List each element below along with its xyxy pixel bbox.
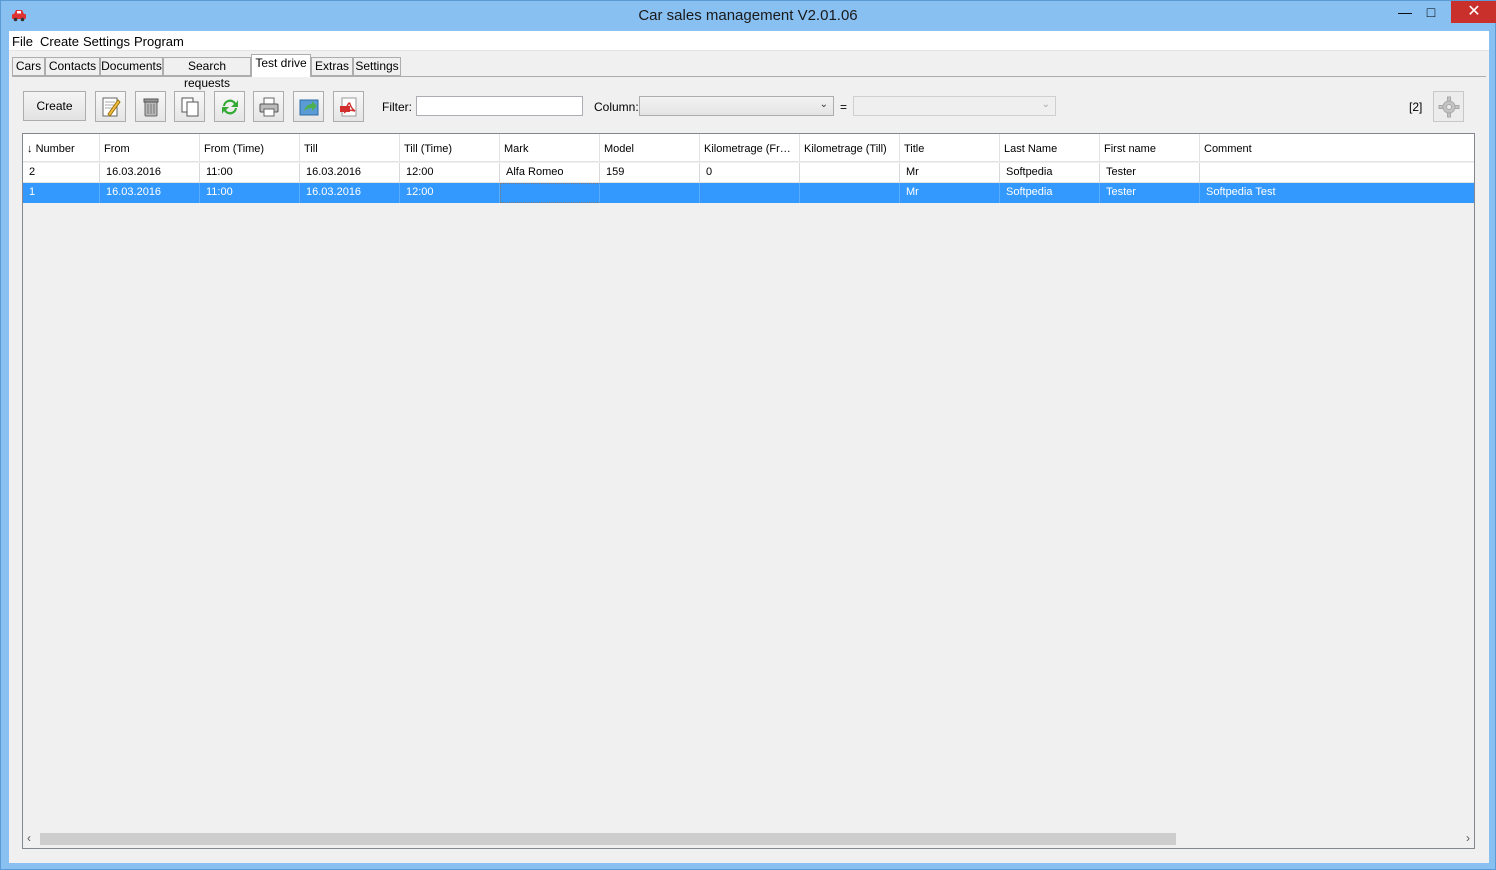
export-icon <box>299 99 319 116</box>
column-header-from[interactable]: From <box>100 134 200 162</box>
cell-from[interactable]: 16.03.2016 <box>100 183 200 203</box>
copy-icon <box>181 97 199 117</box>
column-header-kilometrage-till[interactable]: Kilometrage (Till) <box>800 134 900 162</box>
column-header-number[interactable]: ↓ Number <box>23 134 100 162</box>
column-header-till[interactable]: Till <box>300 134 400 162</box>
tab-settings[interactable]: Settings <box>353 57 401 76</box>
filter-label: Filter: <box>382 100 412 114</box>
cell-last-name[interactable]: Softpedia <box>1000 163 1100 183</box>
column-header-first-name[interactable]: First name <box>1100 134 1200 162</box>
pdf-button[interactable] <box>333 91 364 122</box>
window-title: Car sales management V2.01.06 <box>638 7 858 24</box>
column-header-last-name[interactable]: Last Name <box>1000 134 1100 162</box>
tab-panel-border <box>12 76 1486 77</box>
cell-first-name[interactable]: Tester <box>1100 183 1200 203</box>
cell-kilometrage-from[interactable]: 0 <box>700 163 800 183</box>
column-select[interactable]: ⌄ <box>639 96 834 116</box>
cell-from-time[interactable]: 11:00 <box>200 163 300 183</box>
cell-kilometrage-till[interactable] <box>800 183 900 203</box>
menu-file[interactable]: File <box>12 34 33 49</box>
cell-mark[interactable]: Alfa Romeo <box>500 163 600 183</box>
cell-till[interactable]: 16.03.2016 <box>300 163 400 183</box>
cell-model[interactable] <box>600 183 700 203</box>
menu-settings[interactable]: Settings <box>83 34 130 49</box>
cell-title[interactable]: Mr <box>900 163 1000 183</box>
export-button[interactable] <box>293 91 324 122</box>
table-header: ↓ Number From From (Time) Till Till (Tim… <box>23 134 1474 162</box>
settings-button[interactable] <box>1433 91 1464 122</box>
filter-input[interactable] <box>416 96 583 116</box>
menu-bar: File Create Settings Program <box>9 31 1489 51</box>
app-window: Car sales management V2.01.06 — □ ✕ File… <box>0 0 1496 870</box>
client-area: File Create Settings Program Cars Contac… <box>9 31 1489 863</box>
cell-comment[interactable]: Softpedia Test <box>1200 183 1474 203</box>
chevron-down-icon: ⌄ <box>1041 99 1050 110</box>
cell-kilometrage-till[interactable] <box>800 163 900 183</box>
chevron-down-icon: ⌄ <box>819 99 828 110</box>
column-label: Column: <box>594 100 639 114</box>
delete-icon <box>143 98 159 117</box>
refresh-icon <box>222 99 238 115</box>
cell-number[interactable]: 1 <box>23 183 100 203</box>
minimize-button[interactable]: — <box>1391 1 1419 23</box>
cell-number[interactable]: 2 <box>23 163 100 183</box>
column-header-model[interactable]: Model <box>600 134 700 162</box>
tab-documents[interactable]: Documents <box>100 57 163 76</box>
cell-title[interactable]: Mr <box>900 183 1000 203</box>
table-row-selected[interactable]: 1 16.03.2016 11:00 16.03.2016 12:00 Mr S… <box>23 183 1474 203</box>
cell-from[interactable]: 16.03.2016 <box>100 163 200 183</box>
cell-from-time[interactable]: 11:00 <box>200 183 300 203</box>
delete-button[interactable] <box>135 91 166 122</box>
value-select[interactable]: ⌄ <box>853 96 1056 116</box>
cell-till[interactable]: 16.03.2016 <box>300 183 400 203</box>
cell-till-time[interactable]: 12:00 <box>400 163 500 183</box>
column-header-title[interactable]: Title <box>900 134 1000 162</box>
sort-arrow-icon: ↓ <box>27 143 33 155</box>
cell-till-time[interactable]: 12:00 <box>400 183 500 203</box>
column-header-mark[interactable]: Mark <box>500 134 600 162</box>
tab-cars[interactable]: Cars <box>12 57 45 76</box>
tab-search-requests[interactable]: Search requests <box>163 57 251 90</box>
column-header-from-time[interactable]: From (Time) <box>200 134 300 162</box>
column-header-comment[interactable]: Comment <box>1200 134 1474 162</box>
cell-mark-focused[interactable] <box>500 183 600 203</box>
edit-icon <box>102 97 121 117</box>
copy-button[interactable] <box>174 91 205 122</box>
print-icon <box>259 97 279 117</box>
tab-contacts[interactable]: Contacts <box>45 57 100 76</box>
cell-comment[interactable] <box>1200 163 1474 183</box>
column-header-till-time[interactable]: Till (Time) <box>400 134 500 162</box>
tab-test-drive[interactable]: Test drive <box>251 54 311 77</box>
create-button[interactable]: Create <box>23 91 86 121</box>
cell-kilometrage-from[interactable] <box>700 183 800 203</box>
test-drive-table[interactable]: ↓ Number From From (Time) Till Till (Tim… <box>22 133 1475 849</box>
edit-button[interactable] <box>95 91 126 122</box>
tab-extras[interactable]: Extras <box>311 57 353 76</box>
refresh-button[interactable] <box>214 91 245 122</box>
title-bar[interactable]: Car sales management V2.01.06 — □ ✕ <box>1 1 1496 31</box>
menu-create[interactable]: Create <box>40 34 79 49</box>
toolbar: Create Filter: Column: ⌄ = ⌄ [2] <box>23 91 1479 123</box>
cell-first-name[interactable]: Tester <box>1100 163 1200 183</box>
column-header-kilometrage-from[interactable]: Kilometrage (Fr… <box>700 134 800 162</box>
cell-last-name[interactable]: Softpedia <box>1000 183 1100 203</box>
print-button[interactable] <box>253 91 284 122</box>
close-button[interactable]: ✕ <box>1451 1 1496 23</box>
scrollbar-thumb[interactable] <box>40 833 1176 845</box>
equals-label: = <box>840 100 848 114</box>
table-row[interactable]: 2 16.03.2016 11:00 16.03.2016 12:00 Alfa… <box>23 163 1474 183</box>
scroll-right-icon[interactable]: › <box>1466 831 1470 845</box>
maximize-button[interactable]: □ <box>1417 1 1445 23</box>
settings-gear-icon <box>1438 96 1460 118</box>
record-count: [2] <box>1409 100 1423 114</box>
pdf-icon <box>340 97 357 117</box>
scroll-left-icon[interactable]: ‹ <box>27 831 31 845</box>
horizontal-scrollbar[interactable]: ‹ › <box>23 830 1474 848</box>
cell-model[interactable]: 159 <box>600 163 700 183</box>
menu-program[interactable]: Program <box>134 34 184 49</box>
